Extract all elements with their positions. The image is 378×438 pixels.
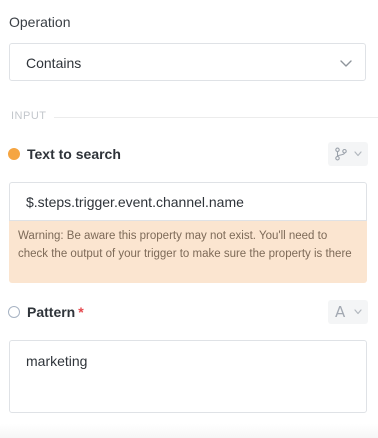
operation-label: Operation bbox=[9, 14, 71, 30]
status-dot-empty bbox=[8, 306, 20, 318]
input-section-title: INPUT bbox=[11, 110, 47, 122]
status-dot-filled bbox=[8, 148, 20, 160]
text-to-search-input[interactable]: $.steps.trigger.event.channel.name bbox=[9, 182, 367, 221]
pattern-type-picker[interactable]: A bbox=[328, 300, 368, 324]
branch-icon bbox=[335, 147, 347, 161]
text-to-search-header: Text to search bbox=[8, 142, 368, 166]
text-to-search-label: Text to search bbox=[27, 146, 121, 162]
chevron-down-icon bbox=[340, 60, 352, 67]
pattern-value: marketing bbox=[26, 353, 88, 369]
pattern-label-wrap: Pattern * bbox=[27, 304, 84, 320]
pattern-textarea[interactable]: marketing bbox=[9, 340, 367, 413]
chevron-down-icon bbox=[354, 309, 362, 315]
value-type-picker[interactable] bbox=[328, 142, 368, 166]
text-to-search-value: $.steps.trigger.event.channel.name bbox=[26, 194, 244, 210]
section-divider bbox=[54, 117, 378, 118]
step-config-panel: Operation Contains INPUT Text to search … bbox=[0, 0, 378, 438]
text-type-icon: A bbox=[335, 303, 346, 321]
operation-selected-value: Contains bbox=[26, 55, 82, 71]
panel-bottom-edge bbox=[0, 424, 378, 438]
chevron-down-icon bbox=[354, 151, 362, 157]
operation-select[interactable]: Contains bbox=[9, 43, 366, 81]
pattern-header: Pattern * A bbox=[8, 300, 368, 324]
property-warning: Warning: Be aware this property may not … bbox=[9, 221, 367, 283]
pattern-label: Pattern bbox=[27, 304, 76, 320]
required-marker: * bbox=[78, 304, 84, 320]
